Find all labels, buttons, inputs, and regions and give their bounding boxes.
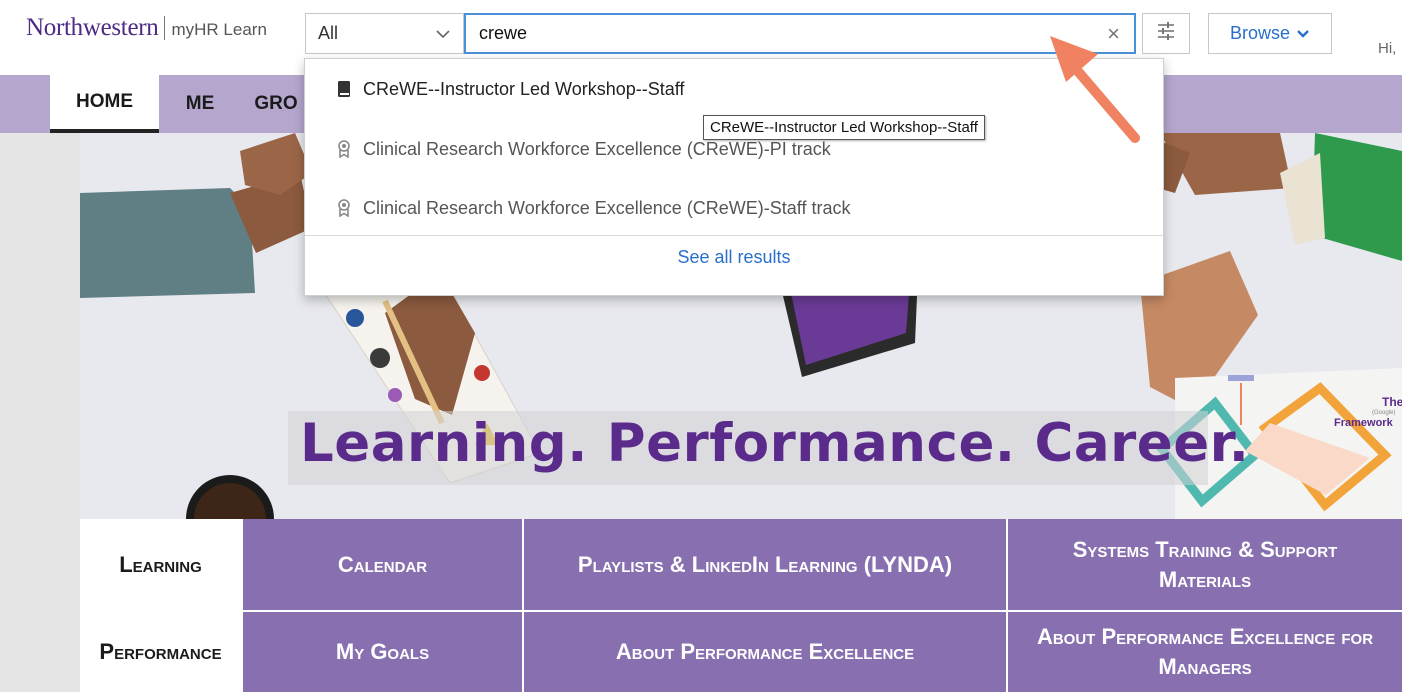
tile-my-goals[interactable]: My Goals — [243, 612, 522, 692]
suggestion-item[interactable]: Clinical Research Workforce Excellence (… — [305, 183, 1163, 233]
hero-tagline-band: Learning. Performance. Career. — [288, 411, 1249, 485]
tile-calendar[interactable]: Calendar — [243, 519, 522, 610]
tab-groups[interactable]: GRO — [241, 75, 311, 133]
suggestion-label: Clinical Research Workforce Excellence (… — [363, 197, 851, 218]
tile-playlists-linkedin-learning[interactable]: Playlists & LinkedIn Learning (LYNDA) — [524, 519, 1006, 610]
tile-systems-training[interactable]: Systems Training & Support Materials — [1008, 519, 1402, 610]
search-scope-select[interactable]: All — [305, 13, 464, 54]
user-greeting[interactable]: Hi, — [1378, 40, 1396, 57]
tab-home[interactable]: HOME — [50, 75, 159, 133]
quick-links-grid: Learning Calendar Playlists & LinkedIn L… — [80, 519, 1402, 692]
sliders-icon — [1155, 20, 1177, 47]
framework-title: The — [1382, 395, 1402, 409]
see-all-results-link[interactable]: See all results — [305, 247, 1163, 268]
certification-badge-icon — [335, 199, 353, 217]
tab-me[interactable]: ME — [159, 75, 241, 133]
tile-performance-excellence-managers[interactable]: About Performance Excellence for Manager… — [1008, 612, 1402, 692]
logo-app-name: myHR Learn — [171, 20, 267, 39]
row-label-learning[interactable]: Learning — [80, 519, 241, 610]
browse-label: Browse — [1229, 23, 1291, 43]
dropdown-divider — [305, 235, 1163, 236]
annotation-arrow-icon — [1050, 36, 1140, 143]
suggestion-label: Clinical Research Workforce Excellence (… — [363, 138, 831, 159]
northwestern-myhr-logo[interactable]: Northwestern myHR Learn — [26, 14, 267, 42]
search-input[interactable] — [479, 23, 1108, 44]
logo-divider — [164, 16, 166, 40]
certification-badge-icon — [335, 140, 353, 158]
book-icon — [335, 80, 353, 98]
row-label-performance[interactable]: Performance — [80, 612, 241, 692]
framework-label: Framework — [1334, 417, 1393, 429]
chevron-down-icon — [435, 29, 451, 39]
chevron-down-icon — [1296, 23, 1310, 44]
left-gutter — [0, 133, 80, 692]
search-scope-value: All — [318, 23, 339, 43]
logo-northwestern: Northwestern — [26, 14, 159, 41]
framework-subtitle: (Google) — [1372, 410, 1396, 416]
hero-tagline: Learning. Performance. Career. — [300, 413, 1250, 474]
suggestion-label: CReWE--Instructor Led Workshop--Staff — [363, 78, 685, 99]
browse-button[interactable]: Browse — [1208, 13, 1332, 54]
suggestion-tooltip: CReWE--Instructor Led Workshop--Staff — [703, 115, 985, 140]
tile-about-performance-excellence[interactable]: About Performance Excellence — [524, 612, 1006, 692]
